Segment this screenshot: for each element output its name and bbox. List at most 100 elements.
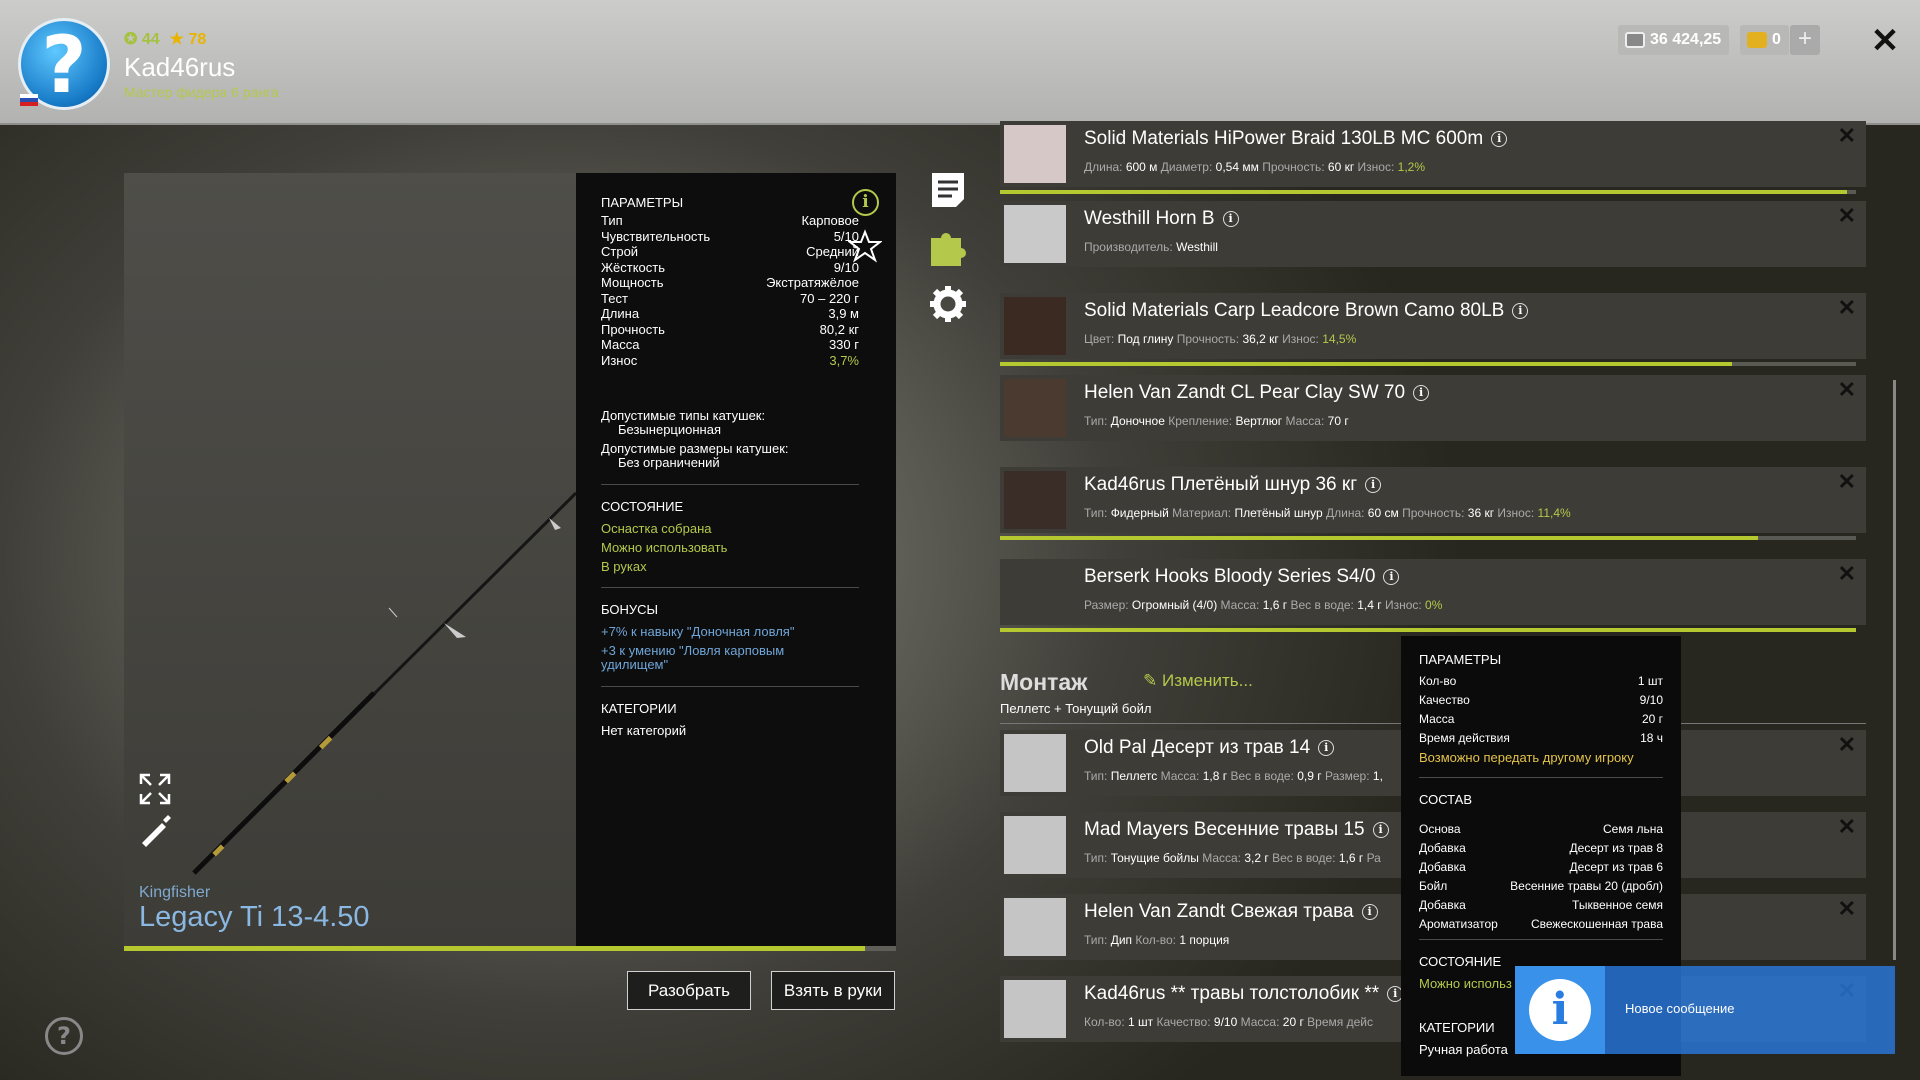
document-icon[interactable] [928, 170, 968, 210]
tooltip-comp-label: Добавка [1419, 860, 1466, 874]
tackle-detail-label: Прочность: [1262, 160, 1325, 174]
bait-thumbnail [1004, 734, 1066, 792]
bait-detail-label: Вес в воде: [1230, 769, 1294, 783]
info-icon[interactable]: i [852, 189, 879, 216]
tackle-detail-label: Прочность: [1402, 506, 1465, 520]
tackle-detail-label: Диаметр: [1160, 160, 1213, 174]
silver-balance: 36 424,25 [1618, 25, 1730, 55]
montage-type: Пеллетс + Тонущий бойл [1000, 701, 1152, 716]
remove-button[interactable]: ✕ [1838, 203, 1856, 229]
tooltip-comp-value: Десерт из трав 8 [1569, 841, 1663, 855]
tackle-card[interactable]: Westhill Horn B i Производитель: Westhill … [1000, 201, 1866, 267]
tackle-name-text: Solid Materials Carp Leadcore Brown Camo… [1084, 300, 1505, 321]
info-icon[interactable]: i [1361, 904, 1378, 920]
info-icon[interactable]: i [1318, 740, 1335, 756]
rod-guide [388, 607, 398, 618]
info-icon[interactable]: i [1413, 385, 1430, 401]
tackle-card[interactable]: Solid Materials HiPower Braid 130LB MC 6… [1000, 121, 1866, 187]
tackle-detail-label: Масса: [1220, 598, 1260, 612]
bonus-item: +3 к умению "Ловля карповым [601, 643, 785, 658]
reel-sizes-value: Без ограничений [618, 455, 720, 470]
close-button[interactable]: ✕ [1866, 22, 1904, 60]
notification-toast[interactable]: i Новое сообщение [1515, 966, 1895, 1054]
help-icon[interactable]: ? [45, 1017, 83, 1055]
remove-button[interactable]: ✕ [1838, 732, 1856, 758]
remove-button[interactable]: ✕ [1838, 123, 1856, 149]
star-icon: ★ [169, 31, 189, 48]
bait-detail-label: Ра [1366, 851, 1381, 865]
bonus-item-cont: удилищем" [601, 657, 669, 672]
tooltip-param-value: 20 г [1641, 712, 1663, 726]
tackle-card[interactable]: Berserk Hooks Bloody Series S4/0 i Размер:… [1000, 559, 1866, 625]
bonus-item: +7% к навыку "Доночная ловля" [601, 624, 795, 639]
tackle-name: Solid Materials HiPower Braid 130LB MC 6… [1084, 128, 1508, 150]
tackle-detail-label: Тип: [1084, 506, 1108, 520]
info-icon[interactable]: i [1365, 477, 1382, 493]
param-label: Длина [601, 306, 640, 321]
tackle-card[interactable]: Kad46rus Плетёный шнур 36 кг i Тип: Фидерн… [1000, 467, 1866, 533]
remove-button[interactable]: ✕ [1838, 295, 1856, 321]
info-icon[interactable]: i [1383, 569, 1400, 585]
remove-button[interactable]: ✕ [1838, 561, 1856, 587]
tackle-details: Цвет: Под глину Прочность: 36,2 кг Износ… [1084, 332, 1356, 346]
tackle-detail-value: 0,54 мм [1215, 160, 1259, 174]
info-icon[interactable]: i [1222, 211, 1239, 227]
remove-button[interactable]: ✕ [1838, 814, 1856, 840]
state-title: СОСТОЯНИЕ [601, 499, 684, 514]
bait-detail-value: 1,6 г [1338, 851, 1364, 865]
rod-wear-bar [124, 946, 896, 951]
settings-gear-icon[interactable] [928, 284, 968, 324]
tooltip-comp-value: Тыквенное семя [1572, 898, 1663, 912]
edit-label: Изменить... [1161, 671, 1253, 690]
level-rating: ✪ 44 ★ 78 [124, 29, 206, 49]
params-title: ПАРАМЕТРЫ [601, 195, 684, 210]
param-label: Масса [601, 337, 640, 352]
tackle-thumbnail [1004, 297, 1066, 355]
tooltip-param-row: Масса 20 г [1419, 712, 1663, 729]
tackle-card[interactable]: Solid Materials Carp Leadcore Brown Camo… [1000, 293, 1866, 359]
username: Kad46rus [124, 52, 236, 82]
param-label: Жёсткость [601, 259, 665, 275]
remove-button[interactable]: ✕ [1838, 469, 1856, 495]
categories-value: Нет категорий [601, 723, 687, 738]
info-icon[interactable]: i [1372, 822, 1389, 838]
disassemble-button[interactable]: Разобрать [627, 971, 751, 1010]
bait-detail-label: Кол-во: [1084, 1015, 1125, 1029]
bait-detail-label: Размер: [1324, 769, 1370, 783]
level-value: 44 [141, 31, 160, 48]
remove-button[interactable]: ✕ [1838, 377, 1856, 403]
tackle-detail-label: Износ: [1282, 332, 1319, 346]
fullscreen-icon[interactable] [138, 772, 172, 806]
buy-gold-button[interactable]: + [1790, 25, 1820, 55]
puzzle-icon[interactable] [928, 228, 968, 268]
tackle-name-text: Westhill Horn B [1084, 208, 1215, 229]
tackle-thumbnail [1004, 125, 1066, 183]
tooltip-param-value: 9/10 [1639, 693, 1663, 707]
param-value: Экстратяжёлое [766, 275, 859, 290]
info-icon[interactable]: i [1512, 303, 1529, 319]
bait-name: Old Pal Десерт из трав 14 i [1084, 737, 1335, 759]
bait-detail-label: Тип: [1084, 933, 1108, 947]
tackle-detail-value: Фидерный [1110, 506, 1169, 520]
bait-details: Тип: Дип Кол-во: 1 порция [1084, 933, 1229, 947]
edit-montage-button[interactable]: ✎ Изменить... [1143, 671, 1253, 691]
montage-title: Монтаж [1000, 669, 1088, 695]
param-label: Мощность [601, 275, 664, 290]
tackle-card[interactable]: Helen Van Zandt CL Pear Clay SW 70 i Тип: … [1000, 375, 1866, 441]
info-icon: i [1515, 966, 1605, 1054]
paint-brush-icon[interactable] [138, 813, 172, 847]
tackle-detail-label: Прочность: [1176, 332, 1240, 346]
tackle-detail-label: Длина: [1325, 506, 1365, 520]
info-icon[interactable]: i [1491, 131, 1508, 147]
tackle-name-text: Berserk Hooks Bloody Series S4/0 [1084, 566, 1376, 587]
tooltip-comp-value: Десерт из трав 6 [1569, 860, 1663, 874]
scrollbar[interactable] [1893, 380, 1896, 960]
bait-detail-label: Тип: [1084, 769, 1108, 783]
take-in-hands-button[interactable]: Взять в руки [771, 971, 895, 1010]
favorite-star-icon[interactable] [848, 229, 882, 263]
bait-details: Тип: Пеллетс Масса: 1,8 г Вес в воде: 0,… [1084, 769, 1383, 783]
param-value: 3,9 м [828, 306, 859, 321]
tackle-detail-label: Производитель: [1084, 240, 1173, 254]
bait-detail-value: 9/10 [1213, 1015, 1238, 1029]
remove-button[interactable]: ✕ [1838, 896, 1856, 922]
